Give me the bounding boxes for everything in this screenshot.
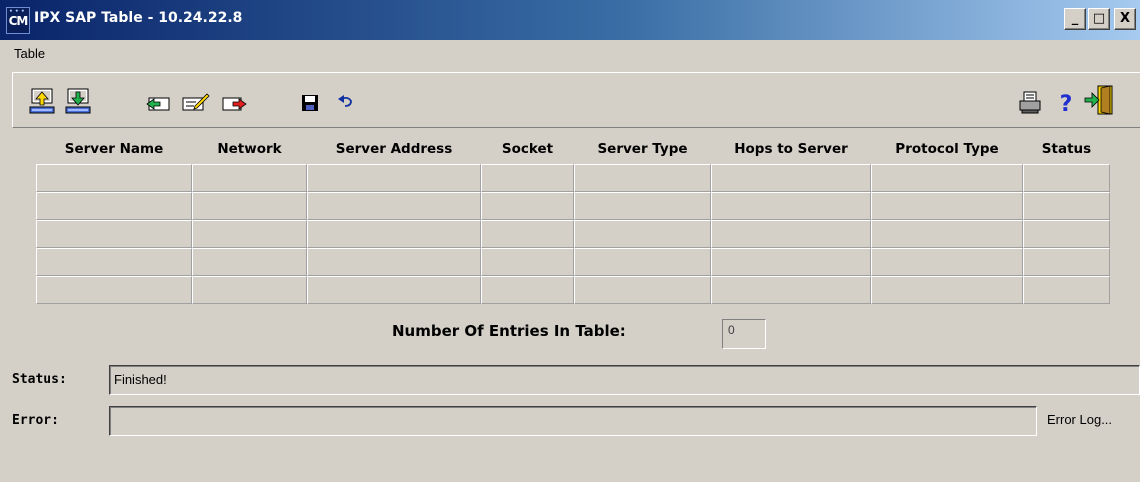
table-cell[interactable] <box>574 276 711 304</box>
table-cell[interactable] <box>1023 220 1110 248</box>
table-cell[interactable] <box>481 276 574 304</box>
table-cell[interactable] <box>36 164 192 192</box>
table-cell[interactable] <box>481 220 574 248</box>
table-cell[interactable] <box>711 248 871 276</box>
table-row[interactable] <box>36 276 1110 304</box>
table-header-row: Server Name Network Server Address Socke… <box>36 134 1110 164</box>
status-field: Finished! <box>109 365 1140 395</box>
column-header[interactable]: Status <box>1023 134 1110 164</box>
table-cell[interactable] <box>192 220 307 248</box>
upload-icon[interactable] <box>29 87 55 117</box>
table-cell[interactable] <box>1023 248 1110 276</box>
table-cell[interactable] <box>574 248 711 276</box>
save-icon[interactable] <box>297 87 323 117</box>
table-cell[interactable] <box>307 276 481 304</box>
menu-table[interactable]: Table <box>14 46 45 61</box>
table-cell[interactable] <box>711 276 871 304</box>
table-row[interactable] <box>36 220 1110 248</box>
minimize-button[interactable]: _ <box>1064 8 1086 30</box>
table-cell[interactable] <box>192 248 307 276</box>
menu-bar: Table <box>0 40 1140 68</box>
window-title: IPX SAP Table - 10.24.22.8 <box>34 10 243 26</box>
table-cell[interactable] <box>1023 192 1110 220</box>
status-label: Status: <box>12 372 67 387</box>
entries-count-label: Number Of Entries In Table: <box>392 322 626 340</box>
insert-row-icon[interactable] <box>145 87 171 117</box>
table-cell[interactable] <box>307 192 481 220</box>
undo-icon[interactable] <box>333 87 359 117</box>
column-header[interactable]: Hops to Server <box>711 134 871 164</box>
column-header[interactable]: Server Name <box>36 134 192 164</box>
table-cell[interactable] <box>871 220 1023 248</box>
table-cell[interactable] <box>192 164 307 192</box>
toolbar: ? <box>12 72 1140 128</box>
maximize-button[interactable]: □ <box>1088 8 1110 30</box>
table-cell[interactable] <box>307 220 481 248</box>
table-cell[interactable] <box>307 164 481 192</box>
table-cell[interactable] <box>481 192 574 220</box>
table-row[interactable] <box>36 248 1110 276</box>
table-cell[interactable] <box>481 164 574 192</box>
column-header[interactable]: Server Address <box>307 134 481 164</box>
table-cell[interactable] <box>871 192 1023 220</box>
table-cell[interactable] <box>192 276 307 304</box>
title-bar[interactable]: • • • CM IPX SAP Table - 10.24.22.8 _ □ X <box>0 0 1140 40</box>
table-cell[interactable] <box>871 248 1023 276</box>
column-header[interactable]: Network <box>192 134 307 164</box>
table-row[interactable] <box>36 192 1110 220</box>
close-button[interactable]: X <box>1114 8 1136 30</box>
table-cell[interactable] <box>36 220 192 248</box>
svg-text:?: ? <box>1060 92 1073 117</box>
table-cell[interactable] <box>574 192 711 220</box>
table-cell[interactable] <box>574 220 711 248</box>
table-cell[interactable] <box>711 220 871 248</box>
help-icon[interactable]: ? <box>1053 87 1079 117</box>
column-header[interactable]: Server Type <box>574 134 711 164</box>
app-icon[interactable]: • • • CM <box>6 7 30 34</box>
table-cell[interactable] <box>192 192 307 220</box>
download-icon[interactable] <box>65 87 91 117</box>
table-cell[interactable] <box>871 164 1023 192</box>
table-cell[interactable] <box>1023 276 1110 304</box>
print-icon[interactable] <box>1017 87 1043 117</box>
exit-icon[interactable] <box>1083 83 1113 115</box>
entries-count-field: 0 <box>722 319 766 349</box>
table-cell[interactable] <box>36 276 192 304</box>
error-log-button[interactable]: Error Log... <box>1047 412 1112 427</box>
column-header[interactable]: Protocol Type <box>871 134 1023 164</box>
table-cell[interactable] <box>711 164 871 192</box>
table-cell[interactable] <box>871 276 1023 304</box>
column-header[interactable]: Socket <box>481 134 574 164</box>
sap-table: Server Name Network Server Address Socke… <box>36 134 1110 304</box>
error-field <box>109 406 1037 436</box>
error-label: Error: <box>12 413 59 428</box>
table-cell[interactable] <box>36 248 192 276</box>
table-cell[interactable] <box>1023 164 1110 192</box>
delete-row-icon[interactable] <box>221 87 247 117</box>
edit-row-icon[interactable] <box>181 87 210 117</box>
table-row[interactable] <box>36 164 1110 192</box>
table-cell[interactable] <box>481 248 574 276</box>
table-cell[interactable] <box>36 192 192 220</box>
table-cell[interactable] <box>711 192 871 220</box>
table-cell[interactable] <box>574 164 711 192</box>
table-cell[interactable] <box>307 248 481 276</box>
